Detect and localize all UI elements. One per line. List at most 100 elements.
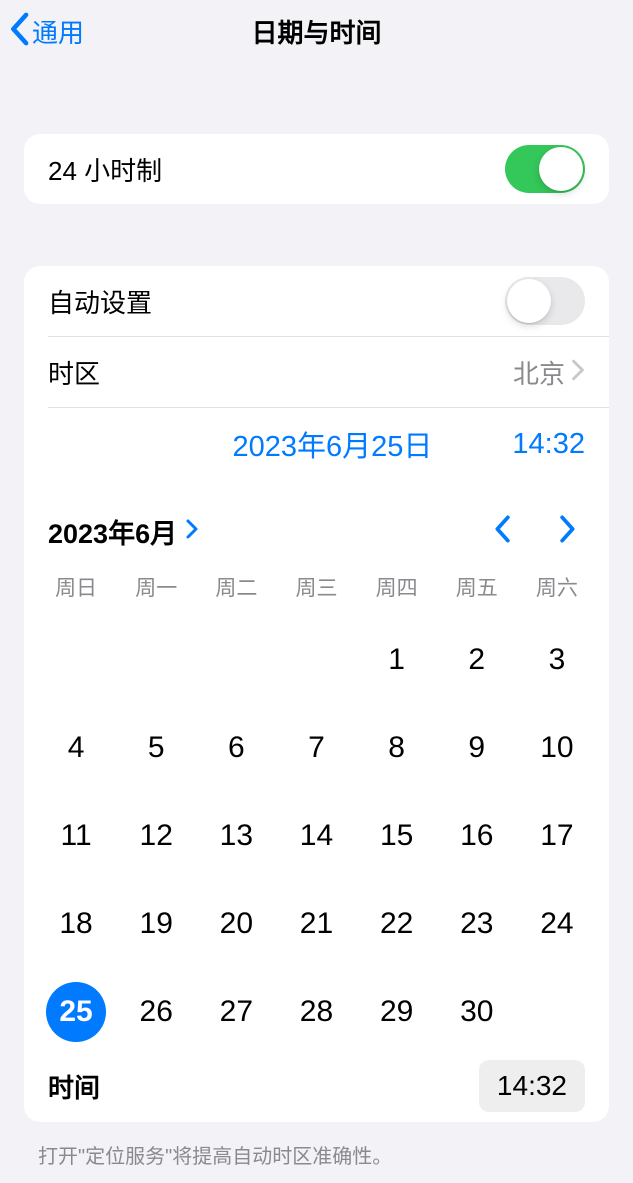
day-cell: 28 xyxy=(276,982,356,1042)
day-button[interactable]: 8 xyxy=(367,718,427,778)
day-cell: 16 xyxy=(437,806,517,866)
weekday-label: 周四 xyxy=(357,572,437,602)
day-cell: 14 xyxy=(276,806,356,866)
day-cell: 13 xyxy=(196,806,276,866)
day-cell: 12 xyxy=(116,806,196,866)
day-cell: 8 xyxy=(357,718,437,778)
day-button[interactable]: 18 xyxy=(46,894,106,954)
day-button[interactable]: 12 xyxy=(126,806,186,866)
month-nav: 2023年6月 xyxy=(24,502,609,560)
day-button[interactable]: 11 xyxy=(46,806,106,866)
day-button[interactable]: 16 xyxy=(447,806,507,866)
day-button[interactable]: 14 xyxy=(286,806,346,866)
weekday-label: 周六 xyxy=(517,572,597,602)
day-cell: 7 xyxy=(276,718,356,778)
day-button[interactable]: 15 xyxy=(367,806,427,866)
time-picker-button[interactable]: 14:32 xyxy=(479,1060,585,1112)
date-time-display: 2023年6月25日 14:32 xyxy=(24,408,609,480)
day-button[interactable]: 21 xyxy=(286,894,346,954)
weekday-label: 周五 xyxy=(437,572,517,602)
calendar-grid: 1234567891011121314151617181920212223242… xyxy=(24,630,609,1042)
toggle-knob xyxy=(507,279,551,323)
day-cell-empty xyxy=(196,630,276,690)
day-cell: 20 xyxy=(196,894,276,954)
day-cell: 4 xyxy=(36,718,116,778)
timezone-value: 北京 xyxy=(513,354,565,391)
selected-time-display[interactable]: 14:32 xyxy=(512,428,585,461)
day-cell: 25 xyxy=(36,982,116,1042)
day-button[interactable]: 26 xyxy=(126,982,186,1042)
day-button[interactable]: 29 xyxy=(367,982,427,1042)
day-cell: 26 xyxy=(116,982,196,1042)
time-label: 时间 xyxy=(48,1068,479,1105)
twenty-four-hour-row: 24 小时制 xyxy=(24,134,609,204)
weekday-label: 周二 xyxy=(196,572,276,602)
day-button[interactable]: 3 xyxy=(527,630,587,690)
day-cell: 24 xyxy=(517,894,597,954)
day-cell: 27 xyxy=(196,982,276,1042)
day-button[interactable]: 6 xyxy=(206,718,266,778)
day-cell: 5 xyxy=(116,718,196,778)
weekday-label: 周日 xyxy=(36,572,116,602)
header: 通用 日期与时间 xyxy=(0,0,633,62)
auto-set-toggle[interactable] xyxy=(505,277,585,325)
day-cell: 2 xyxy=(437,630,517,690)
day-cell: 11 xyxy=(36,806,116,866)
day-button[interactable]: 5 xyxy=(126,718,186,778)
day-button[interactable]: 28 xyxy=(286,982,346,1042)
day-button[interactable]: 20 xyxy=(206,894,266,954)
twenty-four-hour-label: 24 小时制 xyxy=(48,151,505,188)
time-row: 时间 14:32 xyxy=(24,1050,609,1122)
day-button[interactable]: 7 xyxy=(286,718,346,778)
day-cell: 17 xyxy=(517,806,597,866)
settings-group-1: 24 小时制 xyxy=(24,134,609,204)
back-label: 通用 xyxy=(32,13,84,50)
day-button[interactable]: 25 xyxy=(46,982,106,1042)
day-button[interactable]: 2 xyxy=(447,630,507,690)
settings-group-2: 自动设置 时区 北京 2023年6月25日 14:32 2023年6月 周日周一… xyxy=(24,266,609,1122)
timezone-row[interactable]: 时区 北京 xyxy=(24,337,609,407)
prev-month-button[interactable] xyxy=(485,509,519,554)
day-cell: 3 xyxy=(517,630,597,690)
twenty-four-hour-toggle[interactable] xyxy=(505,145,585,193)
day-button[interactable]: 1 xyxy=(367,630,427,690)
day-cell-empty xyxy=(36,630,116,690)
day-cell: 18 xyxy=(36,894,116,954)
page-title: 日期与时间 xyxy=(251,13,381,50)
day-cell: 23 xyxy=(437,894,517,954)
month-label[interactable]: 2023年6月 xyxy=(48,512,177,551)
day-cell: 1 xyxy=(357,630,437,690)
day-cell: 9 xyxy=(437,718,517,778)
chevron-left-icon xyxy=(8,12,30,51)
day-button[interactable]: 30 xyxy=(447,982,507,1042)
day-button[interactable]: 4 xyxy=(46,718,106,778)
day-cell: 19 xyxy=(116,894,196,954)
auto-set-label: 自动设置 xyxy=(48,283,505,320)
day-cell-empty xyxy=(276,630,356,690)
auto-set-row: 自动设置 xyxy=(24,266,609,336)
day-cell: 29 xyxy=(357,982,437,1042)
back-button[interactable]: 通用 xyxy=(0,12,84,51)
day-button[interactable]: 22 xyxy=(367,894,427,954)
day-button[interactable]: 23 xyxy=(447,894,507,954)
day-button[interactable]: 27 xyxy=(206,982,266,1042)
next-month-button[interactable] xyxy=(551,509,585,554)
day-button[interactable]: 9 xyxy=(447,718,507,778)
day-cell: 22 xyxy=(357,894,437,954)
day-button[interactable]: 13 xyxy=(206,806,266,866)
day-button[interactable]: 17 xyxy=(527,806,587,866)
weekday-label: 周一 xyxy=(116,572,196,602)
weekday-label: 周三 xyxy=(276,572,356,602)
day-button[interactable]: 10 xyxy=(527,718,587,778)
weekday-row: 周日周一周二周三周四周五周六 xyxy=(24,572,609,602)
day-cell: 10 xyxy=(517,718,597,778)
selected-date-display[interactable]: 2023年6月25日 xyxy=(233,423,433,465)
chevron-right-icon xyxy=(185,519,199,544)
toggle-knob xyxy=(539,147,583,191)
day-button[interactable]: 19 xyxy=(126,894,186,954)
footer-note: 打开"定位服务"将提高自动时区准确性。 xyxy=(0,1130,633,1169)
timezone-label: 时区 xyxy=(48,354,513,391)
day-cell-empty xyxy=(116,630,196,690)
day-button[interactable]: 24 xyxy=(527,894,587,954)
day-cell: 15 xyxy=(357,806,437,866)
